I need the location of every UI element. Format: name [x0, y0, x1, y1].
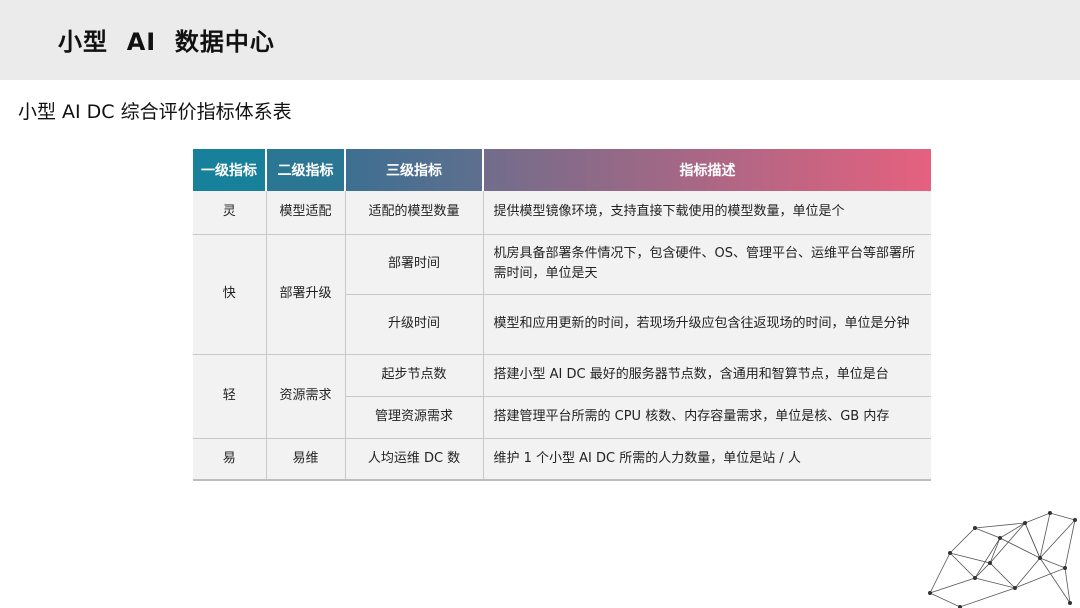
- description-cell: 搭建小型 AI DC 最好的服务器节点数，含通用和智算节点，单位是台: [483, 354, 931, 397]
- level1-cell: 轻: [193, 354, 267, 439]
- header-bar: 小型 AI 数据中心: [0, 0, 1080, 80]
- table-header-row: 一级指标 二级指标 三级指标 指标描述: [193, 149, 931, 191]
- metrics-table: 一级指标 二级指标 三级指标 指标描述 灵 模型适配 适配的模型数量 提供模型镜…: [193, 149, 931, 481]
- header-level2: 二级指标: [266, 149, 346, 191]
- description-cell: 搭建管理平台所需的 CPU 核数、内存容量需求，单位是核、GB 内存: [483, 396, 931, 439]
- network-graph-icon: [928, 511, 1077, 608]
- description-cell: 维护 1 个小型 AI DC 所需的人力数量，单位是站 / 人: [483, 438, 931, 481]
- table-row: 灵 模型适配 适配的模型数量 提供模型镜像环境，支持直接下载使用的模型数量，单位…: [193, 191, 931, 235]
- header-level1: 一级指标: [193, 149, 267, 191]
- header-level3: 三级指标: [345, 149, 484, 191]
- level2-cell: 部署升级: [266, 234, 346, 355]
- level3-cell: 部署时间: [345, 234, 484, 295]
- table-row: 易 易维 人均运维 DC 数 维护 1 个小型 AI DC 所需的人力数量，单位…: [193, 438, 931, 481]
- table-row: 快 部署升级 部署时间 机房具备部署条件情况下，包含硬件、OS、管理平台、运维平…: [193, 234, 931, 355]
- level2-cell: 模型适配: [266, 191, 346, 235]
- table-row: 轻 资源需求 起步节点数 搭建小型 AI DC 最好的服务器节点数，含通用和智算…: [193, 354, 931, 439]
- header-description: 指标描述: [483, 149, 931, 191]
- page-title: 小型 AI 数据中心: [58, 28, 275, 56]
- level2-cell: 易维: [266, 438, 346, 481]
- level1-cell: 快: [193, 234, 267, 355]
- level1-cell: 易: [193, 438, 267, 481]
- level3-cell: 适配的模型数量: [345, 191, 484, 235]
- level3-cell: 升级时间: [345, 294, 484, 355]
- level3-cell: 起步节点数: [345, 354, 484, 397]
- description-cell: 提供模型镜像环境，支持直接下载使用的模型数量，单位是个: [483, 191, 931, 235]
- description-cell: 模型和应用更新的时间，若现场升级应包含往返现场的时间，单位是分钟: [483, 294, 931, 355]
- level2-cell: 资源需求: [266, 354, 346, 439]
- table-subtitle: 小型 AI DC 综合评价指标体系表: [18, 101, 292, 123]
- level3-cell: 人均运维 DC 数: [345, 438, 484, 481]
- description-cell: 机房具备部署条件情况下，包含硬件、OS、管理平台、运维平台等部署所需时间，单位是…: [483, 234, 931, 295]
- level3-cell: 管理资源需求: [345, 396, 484, 439]
- level1-cell: 灵: [193, 191, 267, 235]
